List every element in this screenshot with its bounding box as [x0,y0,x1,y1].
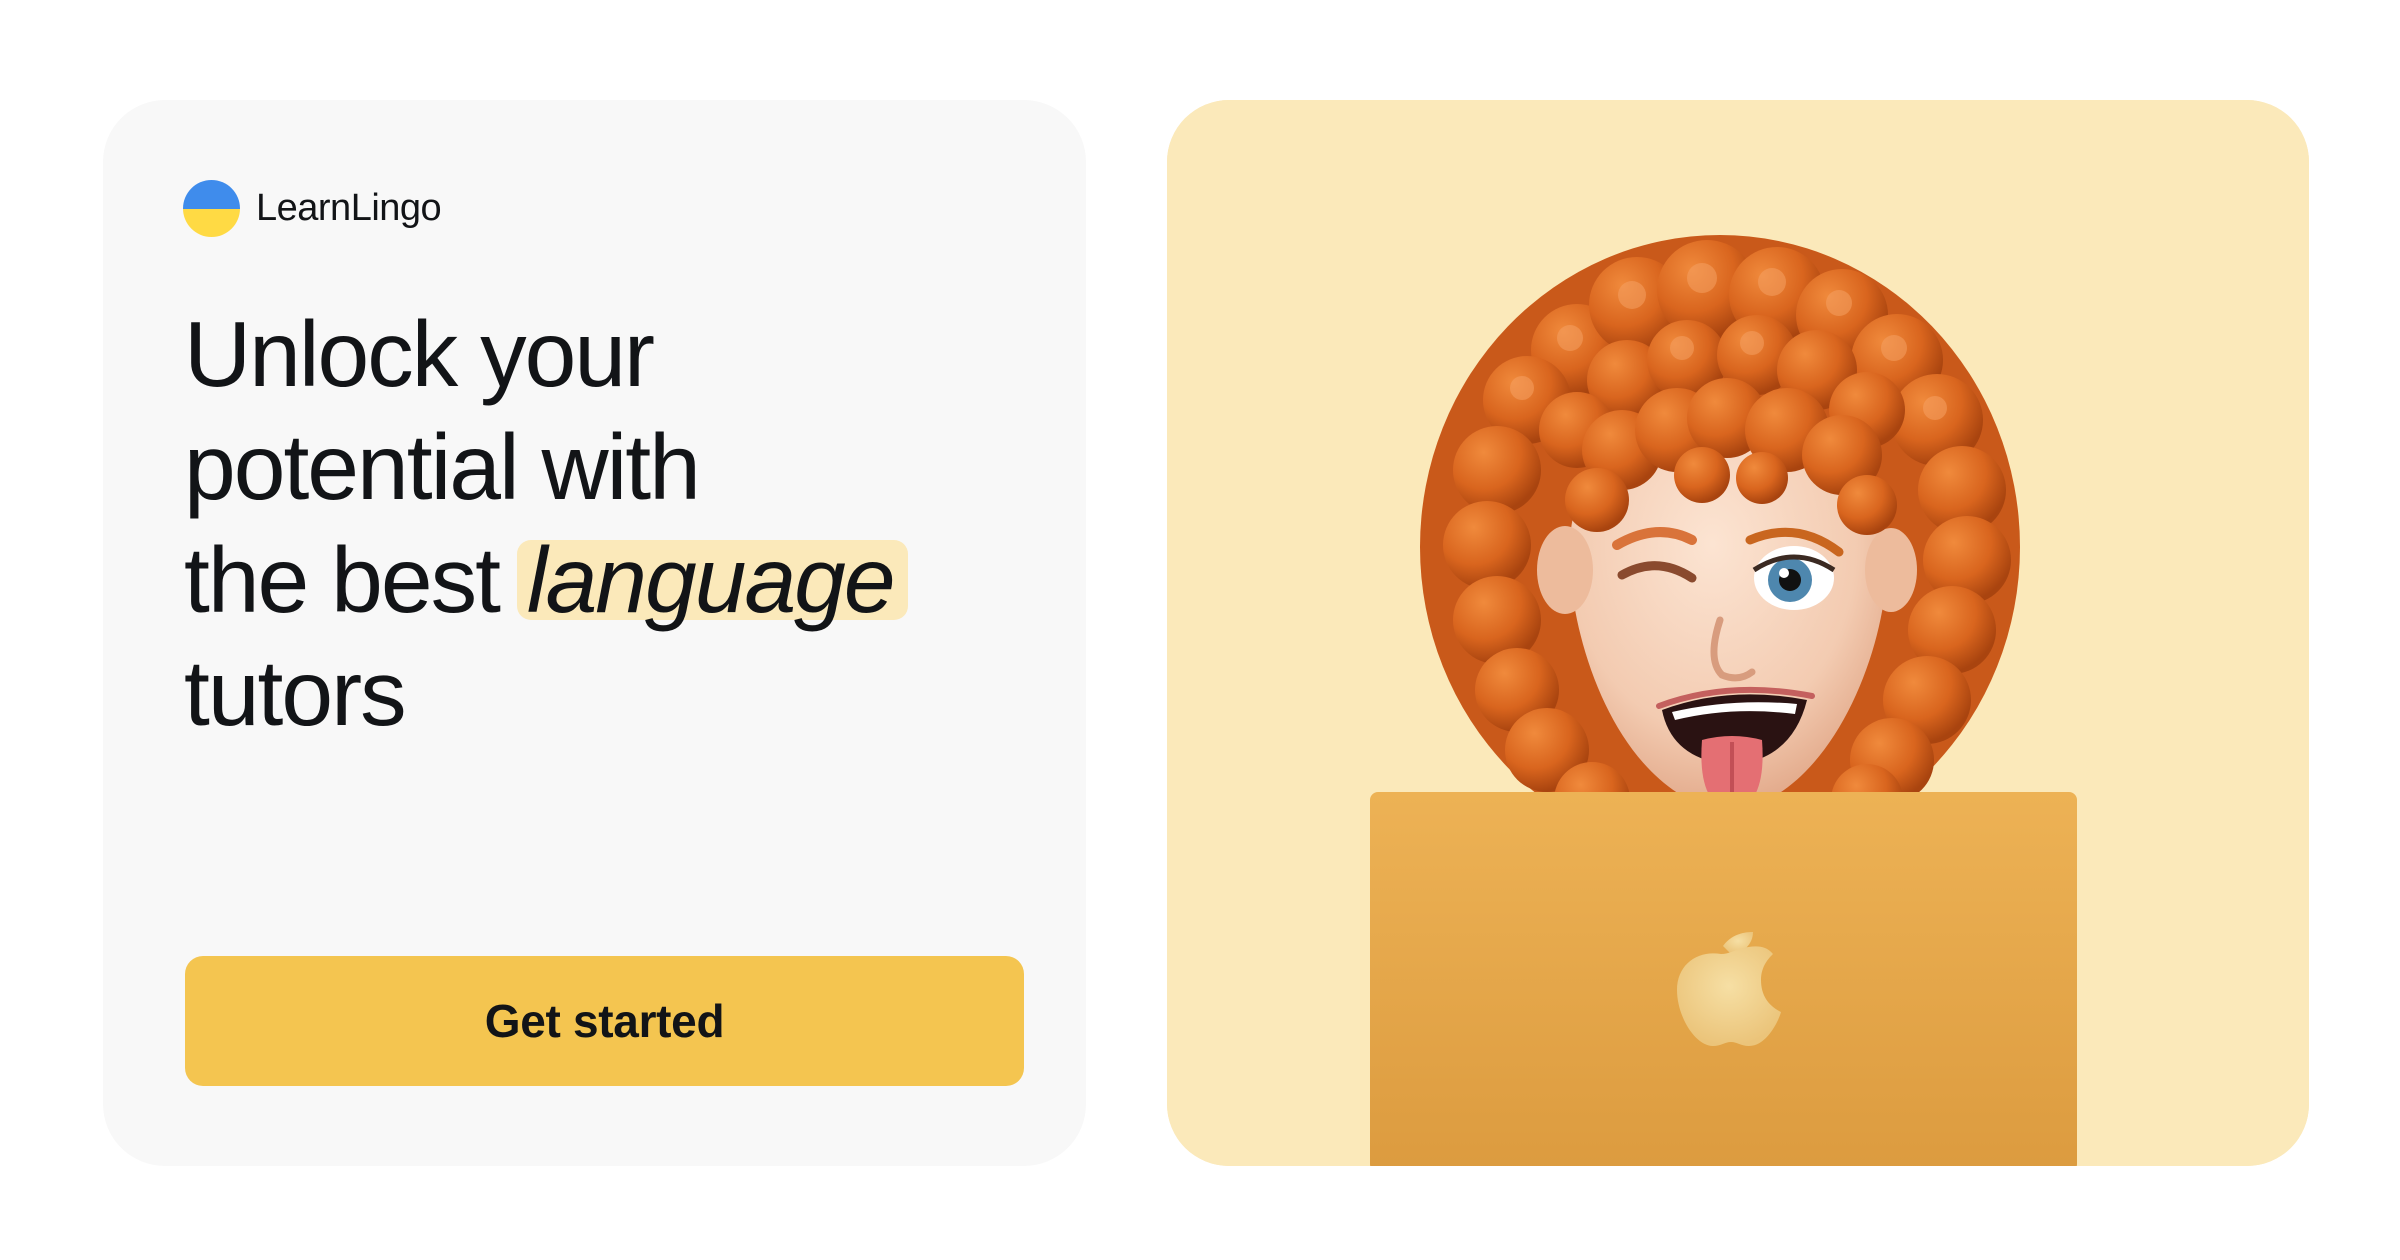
headline-line-4: tutors [184,641,407,745]
landing-page: LearnLingo Unlock your potential with th… [0,0,2400,1260]
get-started-button[interactable]: Get started [185,956,1024,1086]
headline-line-3-text: the best [184,528,501,632]
ukraine-flag-icon [183,180,240,237]
headline-highlight: language [516,534,908,627]
hero-card: LearnLingo Unlock your potential with th… [103,100,1086,1166]
logo-bottom-half [183,208,240,237]
laptop-icon [1370,792,2077,1166]
headline-line-3: the best language [184,524,1024,637]
memoji-illustration [1167,100,2309,1166]
headline-line-2: potential with [184,415,701,519]
hero-headline: Unlock your potential with the best langu… [184,298,1024,750]
brand-logo-link[interactable]: LearnLingo [183,180,442,237]
brand-name: LearnLingo [256,187,442,229]
hero-image-card [1167,100,2309,1166]
headline-line-1: Unlock your [184,302,655,406]
logo-top-half [183,180,240,209]
